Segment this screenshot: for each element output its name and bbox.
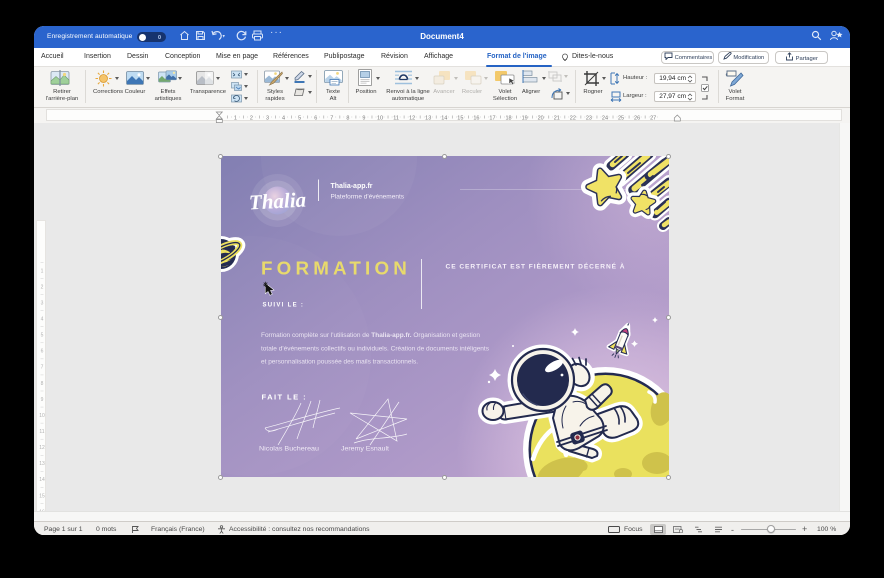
svg-text:12: 12 [39, 445, 45, 451]
svg-text:18: 18 [505, 116, 511, 122]
svg-text:13: 13 [425, 116, 431, 122]
svg-text:26: 26 [634, 116, 640, 122]
svg-text:14: 14 [441, 116, 447, 122]
svg-text:8: 8 [41, 381, 44, 387]
svg-text:17: 17 [489, 116, 495, 122]
svg-text:7: 7 [330, 116, 333, 122]
svg-text:25: 25 [618, 116, 624, 122]
svg-text:Thalia: Thalia [248, 188, 306, 215]
svg-text:15: 15 [457, 116, 463, 122]
svg-text:6: 6 [41, 349, 44, 355]
svg-text:14: 14 [39, 477, 45, 483]
svg-text:totale d'événements collectifs: totale d'événements collectifs ou indivi… [261, 346, 489, 353]
svg-text:5: 5 [298, 116, 301, 122]
svg-text:2: 2 [41, 284, 44, 290]
svg-text:SUIVI LE :: SUIVI LE : [262, 303, 304, 309]
svg-text:20: 20 [538, 116, 544, 122]
svg-text:4: 4 [282, 116, 285, 122]
svg-text:3: 3 [266, 116, 269, 122]
svg-text:6: 6 [314, 116, 317, 122]
svg-text:22: 22 [570, 116, 576, 122]
svg-text:Nicolas Buchereau: Nicolas Buchereau [259, 446, 320, 453]
svg-text:FAIT LE :: FAIT LE : [261, 393, 307, 402]
svg-text:et personnalisation poussée de: et personnalisation poussée des mails tr… [261, 359, 418, 366]
svg-text:1: 1 [41, 268, 44, 274]
svg-text:11: 11 [39, 429, 44, 435]
svg-text:9: 9 [362, 116, 365, 122]
svg-text:16: 16 [473, 116, 479, 122]
svg-text:12: 12 [409, 116, 415, 122]
svg-text:8: 8 [346, 116, 349, 122]
svg-text:23: 23 [586, 116, 592, 122]
svg-text:Thalia-app.fr: Thalia-app.fr [330, 183, 372, 190]
svg-text:11: 11 [393, 116, 399, 122]
svg-text:27: 27 [650, 116, 656, 122]
svg-text:19: 19 [522, 116, 528, 122]
svg-text:FORMATION: FORMATION [261, 259, 411, 279]
svg-text:3: 3 [41, 300, 44, 306]
svg-text:21: 21 [554, 116, 560, 122]
svg-text:5: 5 [41, 333, 44, 339]
svg-text:1: 1 [234, 116, 237, 122]
svg-text:10: 10 [377, 116, 383, 122]
svg-text:10: 10 [39, 413, 45, 419]
svg-text:Formation complète sur l'utili: Formation complète sur l'utilisation de … [261, 332, 480, 339]
svg-text:9: 9 [41, 397, 44, 403]
svg-text:Plateforme d'événements: Plateforme d'événements [330, 194, 404, 201]
svg-text:24: 24 [602, 116, 608, 122]
svg-text:4: 4 [41, 316, 44, 322]
svg-text:7: 7 [41, 365, 44, 371]
svg-text:Jeremy Esnault: Jeremy Esnault [341, 446, 389, 453]
svg-text:15: 15 [39, 493, 45, 499]
svg-text:2: 2 [250, 116, 253, 122]
svg-text:13: 13 [39, 461, 45, 467]
svg-text:CE CERTIFICAT EST FIÈREMENT DÉ: CE CERTIFICAT EST FIÈREMENT DÉCERNÉ À [445, 262, 625, 271]
